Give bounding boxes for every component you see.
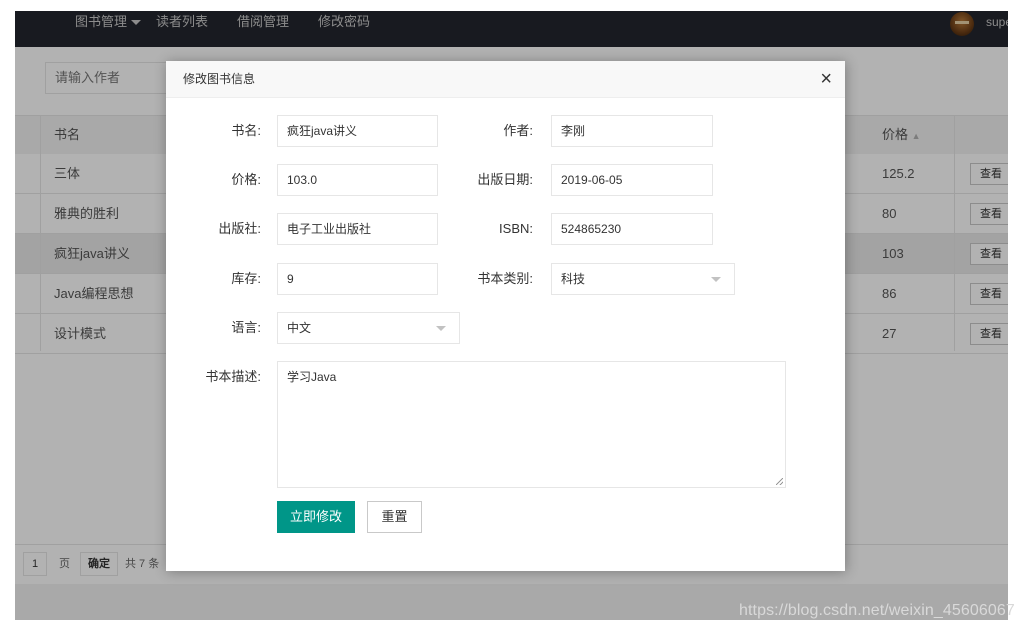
submit-button[interactable]: 立即修改 [277,501,355,533]
author-input[interactable]: 李刚 [551,115,713,147]
stock-input[interactable]: 9 [277,263,438,295]
label-language: 语言: [231,320,261,335]
dialog-header: 修改图书信息 × [166,61,845,98]
category-select[interactable]: 科技 [551,263,735,295]
watermark-text: https://blog.csdn.net/weixin_45606067 [739,602,1015,619]
close-icon[interactable]: × [820,61,832,97]
isbn-input[interactable]: 524865230 [551,213,713,245]
chevron-down-icon [711,277,721,282]
label-publish-date: 出版日期: [477,172,533,187]
label-stock: 库存: [231,271,261,286]
language-select[interactable]: 中文 [277,312,460,344]
label-category: 书本类别: [477,271,533,286]
category-select-value: 科技 [561,272,586,286]
book-name-input[interactable]: 疯狂java讲义 [277,115,438,147]
label-author: 作者: [503,123,533,138]
description-text: 学习Java [287,370,337,384]
price-input[interactable]: 103.0 [277,164,438,196]
label-price: 价格: [231,172,261,187]
publisher-input[interactable]: 电子工业出版社 [277,213,438,245]
edit-book-dialog: 修改图书信息 × 书名: 疯狂java讲义 作者: 李刚 价格: 103.0 出… [166,61,845,571]
label-isbn: ISBN: [499,221,533,236]
chevron-down-icon [436,326,446,331]
label-description: 书本描述: [205,369,261,384]
dialog-title: 修改图书信息 [183,72,256,86]
label-publisher: 出版社: [218,221,261,236]
description-textarea[interactable]: 学习Java [277,361,786,488]
language-select-value: 中文 [287,321,312,335]
resize-grip-icon[interactable] [776,478,783,485]
publish-date-input[interactable]: 2019-06-05 [551,164,713,196]
label-name: 书名: [231,123,261,138]
reset-button[interactable]: 重置 [367,501,422,533]
